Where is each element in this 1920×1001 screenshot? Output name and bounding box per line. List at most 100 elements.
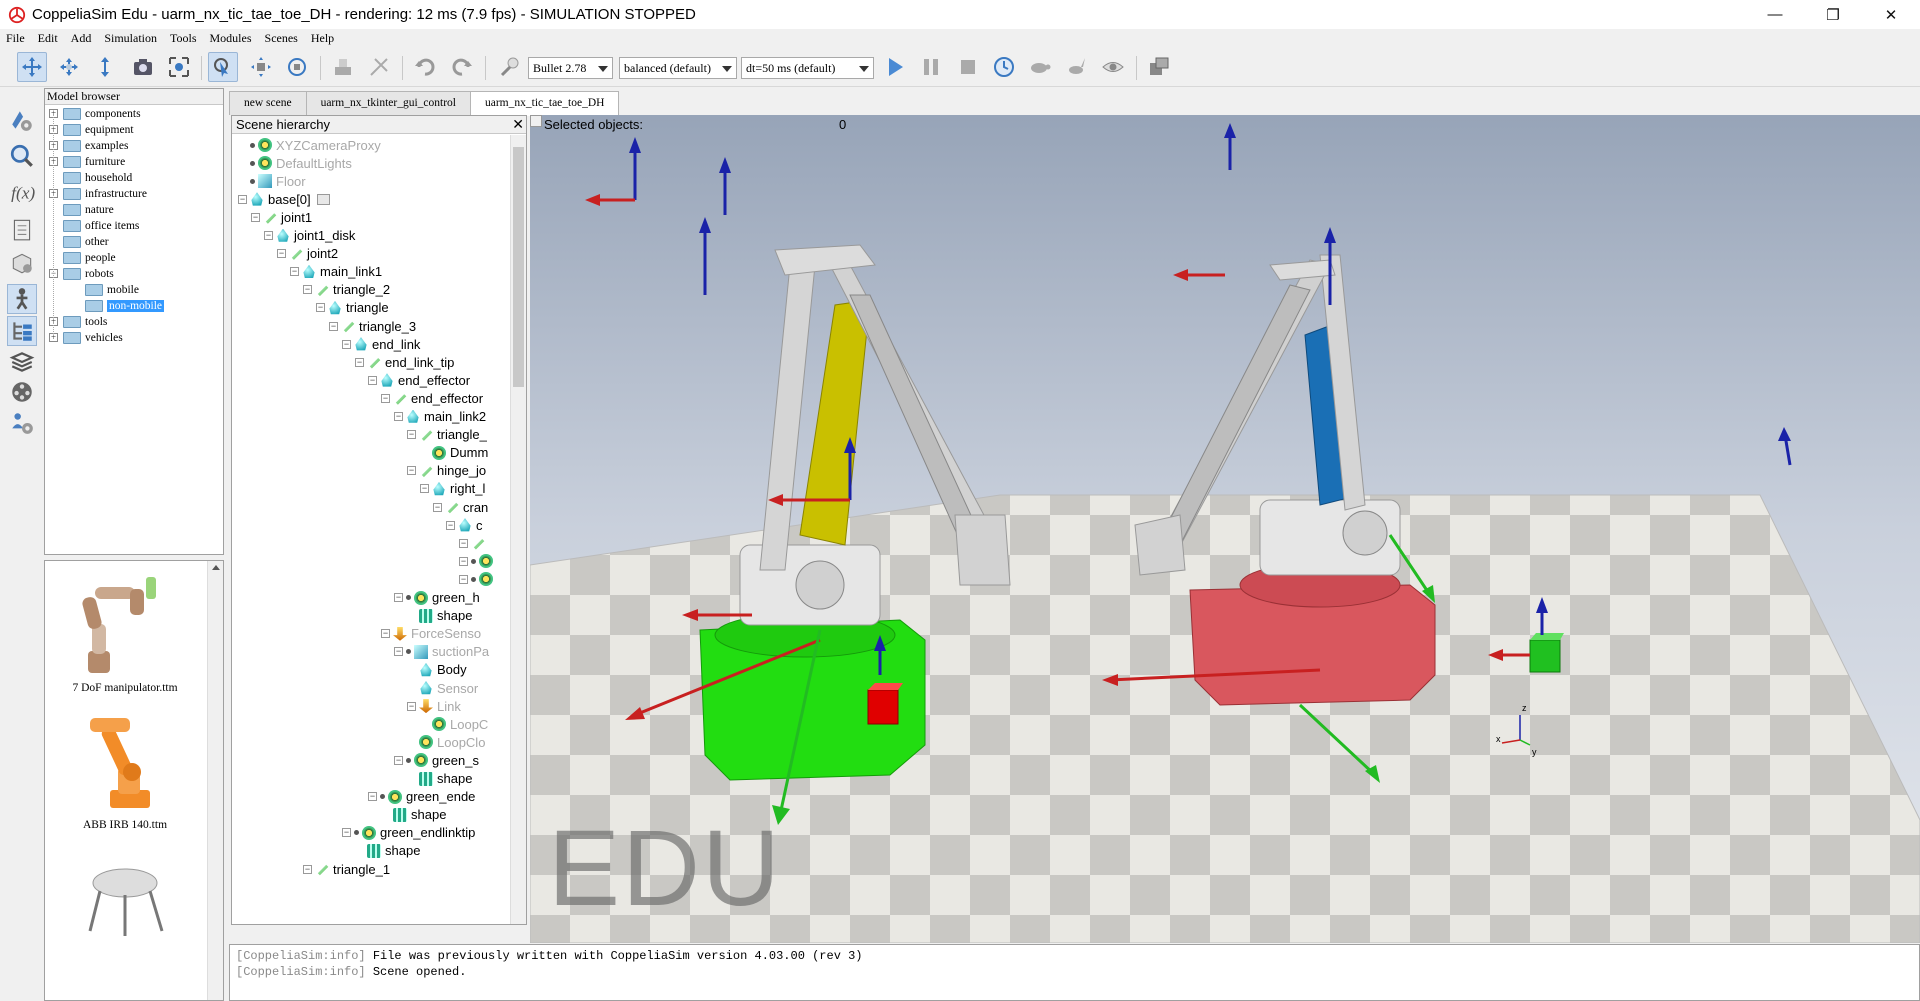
hierarchy-item[interactable]: − suctionPa	[394, 643, 489, 661]
collapse-icon[interactable]: −	[238, 194, 247, 204]
hierarchy-item[interactable]: − joint1	[251, 208, 312, 226]
green-cube[interactable]	[1529, 633, 1564, 673]
scene-hierarchy-toggle-button[interactable]	[7, 316, 37, 346]
menu-modules[interactable]: Modules	[210, 31, 252, 46]
model-folder-robots[interactable]: − robots	[49, 266, 114, 281]
timestep-select[interactable]: dt=50 ms (default)	[741, 57, 874, 79]
hierarchy-item[interactable]: − joint1_disk	[264, 227, 355, 245]
transfer-dna-button[interactable]	[364, 52, 394, 82]
redo-button[interactable]	[447, 52, 477, 82]
hierarchy-item[interactable]: LoopClo	[407, 733, 485, 751]
stop-simulation-button[interactable]	[953, 52, 983, 82]
collapse-icon[interactable]: −	[277, 249, 286, 259]
collections-button[interactable]	[7, 214, 37, 244]
model-folder-tools[interactable]: + tools	[49, 314, 107, 329]
collapse-icon[interactable]: −	[251, 212, 260, 222]
hierarchy-item[interactable]: − right_l	[420, 480, 485, 498]
model-folder-components[interactable]: + components	[49, 106, 141, 121]
hierarchy-item[interactable]: − end_effector	[381, 389, 483, 407]
menu-tools[interactable]: Tools	[170, 31, 197, 46]
camera-angle-button[interactable]	[128, 52, 158, 82]
close-button[interactable]: ✕	[1862, 0, 1920, 29]
model-folder-examples[interactable]: + examples	[49, 138, 128, 153]
model-folder-infrastructure[interactable]: + infrastructure	[49, 186, 147, 201]
undo-button[interactable]	[410, 52, 440, 82]
minimize-button[interactable]: —	[1746, 0, 1804, 29]
hierarchy-item[interactable]: XYZCameraProxy	[238, 136, 381, 154]
model-folder-vehicles[interactable]: + vehicles	[49, 330, 123, 345]
hierarchy-item[interactable]: Floor	[238, 172, 306, 190]
layers-button[interactable]	[7, 347, 37, 377]
hierarchy-item[interactable]: − main_link2	[394, 408, 486, 426]
scene-viewport[interactable]: z y x Selected objects: 0 EDU	[530, 115, 1920, 943]
collapse-icon[interactable]: −	[303, 285, 312, 295]
hierarchy-item[interactable]: − triangle_2	[303, 281, 390, 299]
collapse-icon[interactable]: −	[394, 755, 403, 765]
hierarchy-item[interactable]: − green_ende	[368, 788, 475, 806]
hierarchy-item[interactable]: − triangle_1	[303, 860, 390, 878]
hierarchy-item[interactable]: shape	[381, 806, 446, 824]
collapse-icon[interactable]: −	[368, 375, 377, 385]
hierarchy-scrollbar[interactable]	[510, 135, 526, 924]
thumbnail-abb-irb-140[interactable]: ABB IRB 140.ttm	[45, 706, 205, 831]
tab-new-scene[interactable]: new scene	[229, 91, 307, 115]
hierarchy-item[interactable]: − Link	[407, 697, 461, 715]
hierarchy-item[interactable]: shape	[407, 770, 472, 788]
video-recorder-button[interactable]	[7, 377, 37, 407]
collapse-icon[interactable]: −	[381, 629, 390, 639]
start-simulation-button[interactable]	[880, 52, 910, 82]
collapse-icon[interactable]: −	[459, 538, 468, 548]
collapse-icon[interactable]: −	[407, 466, 416, 476]
model-folder-nature[interactable]: nature	[49, 202, 114, 217]
collapse-icon[interactable]: −	[329, 321, 338, 331]
collapse-icon[interactable]: −	[355, 357, 364, 367]
tab-uarm-nx-tic-tae-toe-dh[interactable]: uarm_nx_tic_tae_toe_DH	[470, 91, 620, 116]
model-folder-mobile[interactable]: mobile	[85, 282, 139, 297]
hierarchy-item[interactable]: − end_link	[342, 335, 420, 353]
pause-simulation-button[interactable]	[916, 52, 946, 82]
hierarchy-item[interactable]: − green_s	[394, 751, 479, 769]
slow-down-button[interactable]	[1025, 52, 1055, 82]
maximize-button[interactable]: ❐	[1804, 0, 1862, 29]
hierarchy-item[interactable]: −	[459, 534, 489, 552]
hierarchy-item[interactable]: Dumm	[420, 444, 488, 462]
simulation-settings-button[interactable]	[7, 105, 37, 135]
hierarchy-item[interactable]: − hinge_jo	[407, 462, 486, 480]
camera-pan-button[interactable]	[17, 52, 47, 82]
viewport-corner-handle[interactable]	[530, 115, 542, 127]
thumbnail-scrollbar[interactable]	[207, 561, 223, 1000]
model-folder-furniture[interactable]: + furniture	[49, 154, 125, 169]
calculation-modules-button[interactable]	[7, 141, 37, 171]
hierarchy-item[interactable]: DefaultLights	[238, 154, 352, 172]
menu-scenes[interactable]: Scenes	[265, 31, 298, 46]
fit-to-view-button[interactable]	[164, 52, 194, 82]
dynamics-toggle-button[interactable]	[495, 52, 525, 82]
shape-edit-button[interactable]	[7, 248, 37, 278]
collapse-icon[interactable]: −	[381, 393, 390, 403]
red-cube[interactable]	[867, 683, 903, 725]
click-selection-button[interactable]	[208, 52, 238, 82]
hierarchy-item[interactable]: − triangle_	[407, 426, 487, 444]
speed-up-button[interactable]	[1062, 52, 1092, 82]
user-settings-button[interactable]	[7, 408, 37, 438]
model-folder-equipment[interactable]: + equipment	[49, 122, 134, 137]
hierarchy-item[interactable]: − end_effector	[368, 371, 470, 389]
menu-simulation[interactable]: Simulation	[104, 31, 157, 46]
collapse-icon[interactable]: −	[342, 828, 351, 838]
scrollbar-thumb[interactable]	[513, 147, 524, 387]
menu-edit[interactable]: Edit	[38, 31, 58, 46]
model-folder-household[interactable]: household	[49, 170, 132, 185]
hierarchy-item[interactable]: shape	[407, 607, 472, 625]
hierarchy-item[interactable]: Sensor	[407, 679, 478, 697]
model-folder-office-items[interactable]: office items	[49, 218, 139, 233]
hierarchy-item[interactable]: LoopC	[420, 715, 488, 733]
collapse-icon[interactable]: −	[368, 792, 377, 802]
camera-shift-button[interactable]	[90, 52, 120, 82]
hierarchy-item[interactable]: − end_link_tip	[355, 353, 454, 371]
hierarchy-item[interactable]: − green_endlinktip	[342, 824, 475, 842]
script-editor-button[interactable]: f(x)	[7, 177, 37, 207]
hierarchy-item[interactable]: shape	[355, 842, 420, 860]
script-icon[interactable]	[316, 193, 330, 205]
hierarchy-item[interactable]: −	[459, 552, 497, 570]
status-console[interactable]: [CoppeliaSim:info] File was previously w…	[229, 944, 1920, 1001]
